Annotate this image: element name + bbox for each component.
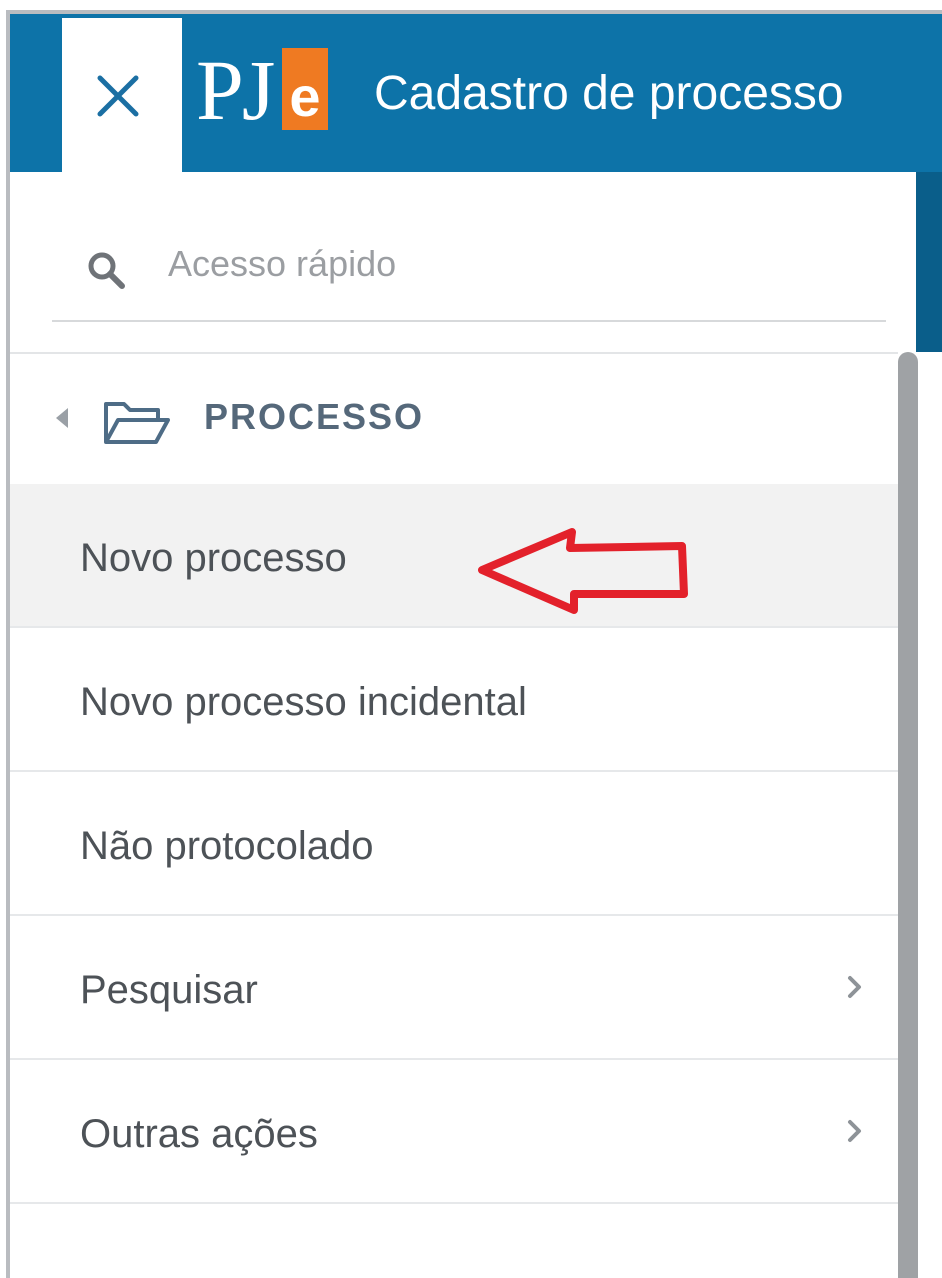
chevron-right-icon — [848, 976, 861, 998]
menu-item-novo-processo-incidental[interactable]: Novo processo incidental — [10, 628, 898, 772]
caret-left-icon — [56, 408, 68, 428]
menu-item-novo-processo[interactable]: Novo processo — [10, 484, 898, 628]
red-arrow-annotation — [478, 528, 688, 614]
section-processo[interactable]: PROCESSO — [10, 354, 898, 484]
scrollbar[interactable] — [898, 352, 918, 1278]
menu-item-outras-acoes[interactable]: Outras ações — [10, 1060, 898, 1204]
section-label: PROCESSO — [204, 396, 425, 437]
folder-open-icon — [104, 402, 170, 444]
quick-access-search[interactable]: Acesso rápido — [52, 226, 886, 322]
menu-item-pesquisar[interactable]: Pesquisar — [10, 916, 898, 1060]
menu-item-nao-protocolado[interactable]: Não protocolado — [10, 772, 898, 916]
menu-item-label: Não protocolado — [80, 824, 374, 868]
menu-item-label: Outras ações — [80, 1112, 318, 1156]
header-edge-strip — [916, 172, 942, 352]
chevron-right-icon — [848, 1120, 861, 1142]
logo-accent-letter: e — [289, 65, 321, 128]
page-title: Cadastro de processo — [374, 67, 844, 120]
search-icon — [88, 252, 125, 289]
menu-item-label: Pesquisar — [80, 968, 258, 1012]
logo-letters: PJ — [196, 42, 275, 138]
search-input[interactable]: Acesso rápido — [168, 238, 396, 290]
close-icon[interactable] — [92, 70, 144, 122]
menu-item-label: Novo processo — [80, 536, 347, 580]
menu-item-label: Novo processo incidental — [80, 680, 527, 724]
